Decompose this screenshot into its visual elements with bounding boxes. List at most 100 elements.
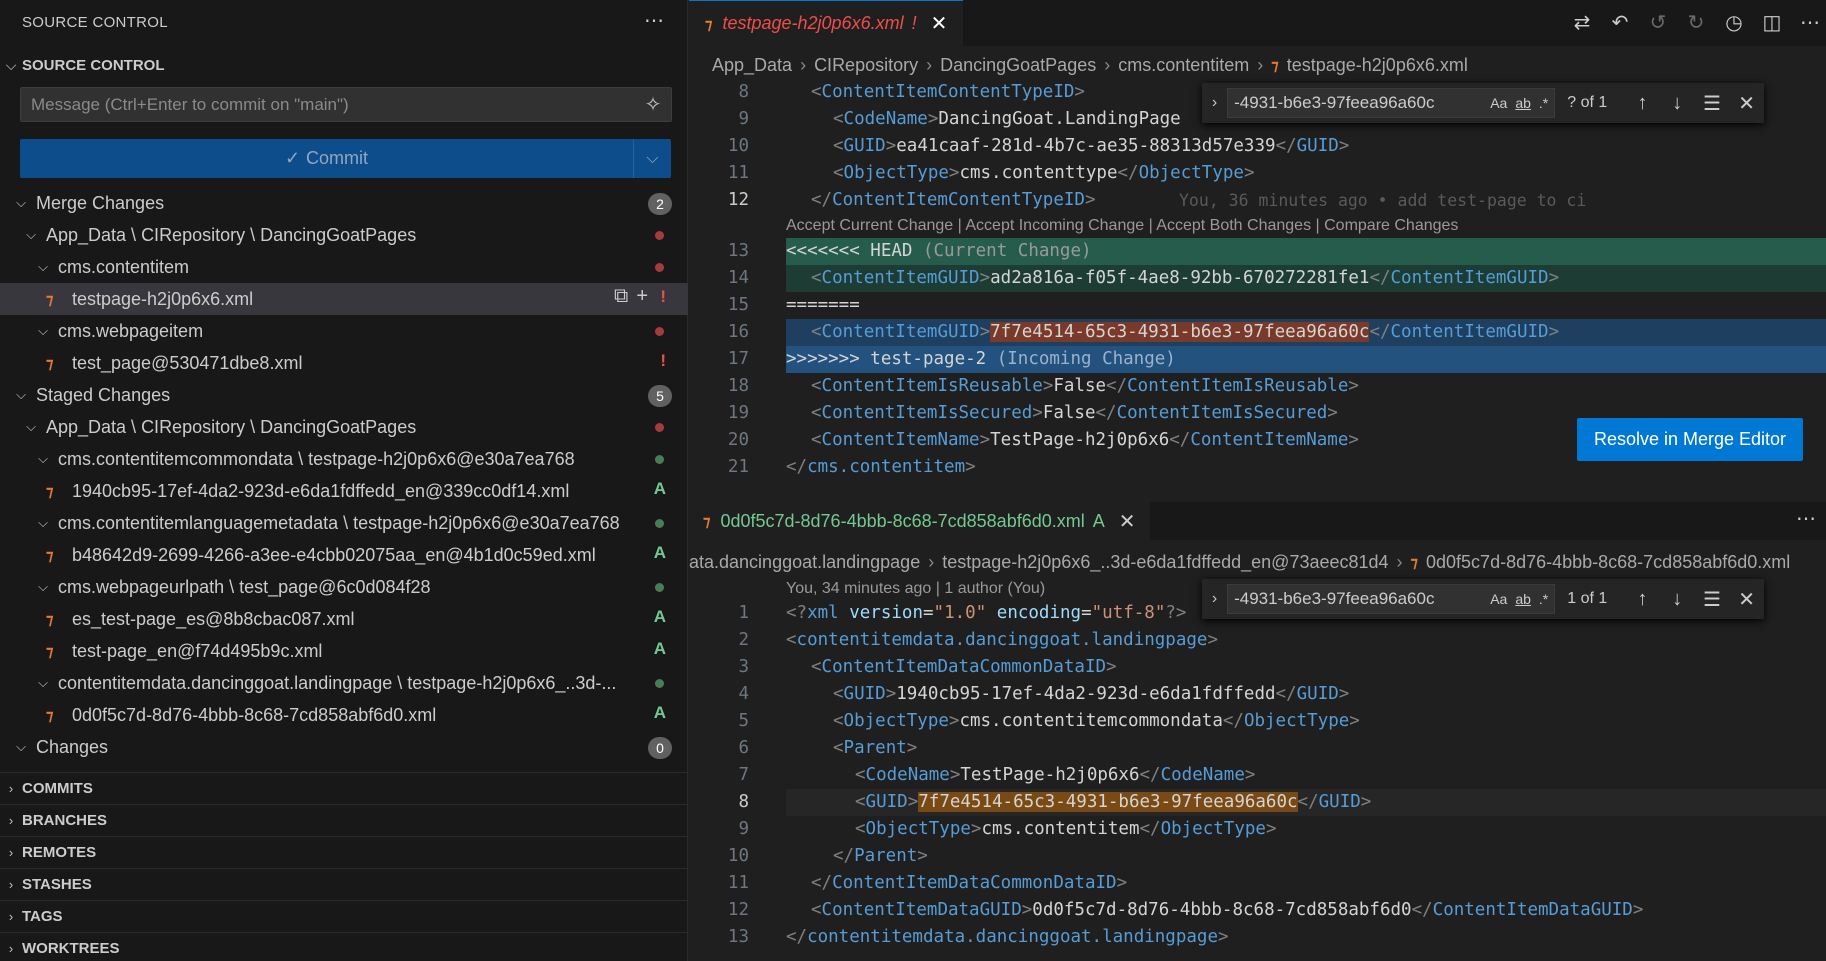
timeline-icon[interactable]: ◷ bbox=[1722, 10, 1746, 35]
regex-icon[interactable]: .* bbox=[1539, 591, 1548, 607]
tab-label: testpage-h2j0p6x6.xml bbox=[722, 13, 904, 33]
group-merge-changes[interactable]: ⌵ Merge Changes 2 bbox=[0, 187, 688, 219]
tab-conflict-file[interactable]: ⁊ testpage-h2j0p6x6.xml ! ✕ bbox=[689, 0, 964, 46]
breadcrumb-item[interactable]: CIRepository bbox=[814, 55, 918, 76]
section-tags[interactable]: › TAGS bbox=[0, 900, 688, 932]
close-icon[interactable]: ✕ bbox=[1729, 91, 1764, 116]
selection-icon[interactable]: ☰ bbox=[1695, 587, 1730, 612]
breadcrumb-item[interactable]: testpage-h2j0p6x6.xml bbox=[1287, 55, 1468, 76]
conflict-dot bbox=[655, 423, 664, 432]
breadcrumb-item[interactable]: DancingGoatPages bbox=[940, 55, 1096, 76]
selection-icon[interactable]: ☰ bbox=[1695, 91, 1730, 116]
added-dot bbox=[655, 583, 664, 592]
close-icon[interactable]: ✕ bbox=[1729, 587, 1764, 612]
arrow-down-icon[interactable]: ↓ bbox=[1660, 588, 1695, 611]
sidebar-title: SOURCE CONTROL bbox=[22, 14, 168, 31]
next-change-icon[interactable]: ↻ bbox=[1684, 10, 1708, 35]
section-worktrees[interactable]: › WORKTREES bbox=[0, 932, 688, 961]
more-icon[interactable]: ⋯ bbox=[644, 8, 664, 33]
file-label: testpage-h2j0p6x6.xml bbox=[72, 288, 254, 309]
rss-file-icon: ⁊ bbox=[46, 355, 54, 372]
whole-word-icon[interactable]: ab bbox=[1515, 95, 1531, 111]
section-commits[interactable]: › COMMITS bbox=[0, 772, 688, 804]
chevron-down-icon: ⌵ bbox=[38, 675, 48, 690]
author-codelens[interactable]: You, 34 minutes ago | 1 author (You) bbox=[786, 580, 1045, 598]
file-row[interactable]: ⁊ 0d0f5c7d-8d76-4bbb-8c68-7cd858abf6d0.x… bbox=[0, 699, 688, 731]
breadcrumb-item[interactable]: 0d0f5c7d-8d76-4bbb-8c68-7cd858abf6d0.xml bbox=[1426, 552, 1790, 573]
group-changes[interactable]: ⌵ Changes 0 bbox=[0, 731, 688, 763]
source-control-section-header[interactable]: ⌵ SOURCE CONTROL bbox=[0, 50, 688, 80]
conflict-dot bbox=[655, 231, 664, 240]
commit-button[interactable]: ✓ Commit ⌵ bbox=[20, 139, 671, 178]
file-label: es_test-page_es@8b8cbac087.xml bbox=[72, 608, 355, 629]
file-row[interactable]: ⁊ b48642d9-2699-4266-a3ee-e4cbb02075aa_e… bbox=[0, 539, 688, 571]
breadcrumb-item[interactable]: cms.contentitem bbox=[1118, 55, 1249, 76]
tab-staged-file[interactable]: ⁊ 0d0f5c7d-8d76-4bbb-8c68-7cd858abf6d0.x… bbox=[689, 502, 1150, 540]
arrow-down-icon[interactable]: ↓ bbox=[1660, 92, 1695, 115]
breadcrumb-item[interactable]: testpage-h2j0p6x6_..3d-e6da1fdffedd_en@7… bbox=[942, 552, 1388, 573]
chevron-down-icon: ⌵ bbox=[38, 259, 48, 274]
breadcrumb-item[interactable]: App_Data bbox=[712, 55, 792, 76]
file-row[interactable]: ⁊ test-page_en@f74d495b9c.xml A bbox=[0, 635, 688, 667]
section-remotes[interactable]: › REMOTES bbox=[0, 836, 688, 868]
file-row[interactable]: ⁊ test_page@530471dbe8.xml ! bbox=[0, 347, 688, 379]
breadcrumb-item[interactable]: ata.dancinggoat.landingpage bbox=[689, 552, 920, 573]
find-input[interactable]: -4931-b6e3-97feea96a60c Aa ab .* bbox=[1227, 584, 1556, 614]
find-widget-top: › -4931-b6e3-97feea96a60c Aa ab .* ? of … bbox=[1202, 83, 1764, 123]
folder-row[interactable]: ⌵ App_Data \ CIRepository \ DancingGoatP… bbox=[0, 411, 688, 443]
folder-label: cms.webpageitem bbox=[58, 320, 204, 341]
added-dot bbox=[655, 455, 664, 464]
folder-row[interactable]: ⌵ contentitemdata.dancinggoat.landingpag… bbox=[0, 667, 688, 699]
file-row[interactable]: ⁊ 1940cb95-17ef-4da2-923d-e6da1fdffedd_e… bbox=[0, 475, 688, 507]
regex-icon[interactable]: .* bbox=[1539, 95, 1548, 111]
file-row-selected[interactable]: ⁊ testpage-h2j0p6x6.xml ⧉ + ! bbox=[0, 283, 688, 315]
folder-row[interactable]: ⌵ cms.contentitemlanguagemetadata \ test… bbox=[0, 507, 688, 539]
prev-change-icon[interactable]: ↺ bbox=[1646, 10, 1670, 35]
chevron-right-icon: › bbox=[8, 877, 14, 892]
folder-label: contentitemdata.dancinggoat.landingpage … bbox=[58, 672, 617, 693]
match-case-icon[interactable]: Aa bbox=[1490, 591, 1507, 607]
section-label: REMOTES bbox=[22, 844, 97, 861]
commit-message-input[interactable] bbox=[21, 94, 635, 115]
whole-word-icon[interactable]: ab bbox=[1515, 591, 1531, 607]
find-query: -4931-b6e3-97feea96a60c bbox=[1234, 589, 1435, 608]
rss-file-icon: ⁊ bbox=[1410, 554, 1419, 571]
folder-row[interactable]: ⌵ cms.contentitemcommondata \ testpage-h… bbox=[0, 443, 688, 475]
git-blame-annotation: You, 36 minutes ago • add test-page to c… bbox=[1179, 191, 1587, 210]
file-label: 0d0f5c7d-8d76-4bbb-8c68-7cd858abf6d0.xml bbox=[72, 704, 437, 725]
more-icon[interactable]: ⋯ bbox=[1796, 506, 1816, 531]
arrow-up-icon[interactable]: ↑ bbox=[1625, 92, 1660, 115]
folder-row[interactable]: ⌵ cms.contentitem bbox=[0, 251, 688, 283]
match-case-icon[interactable]: Aa bbox=[1490, 95, 1507, 111]
added-status: A bbox=[653, 479, 666, 498]
resolve-in-merge-editor-button[interactable]: Resolve in Merge Editor bbox=[1577, 418, 1803, 461]
arrow-up-icon[interactable]: ↑ bbox=[1625, 588, 1660, 611]
file-row[interactable]: ⁊ es_test-page_es@8b8cbac087.xml A bbox=[0, 603, 688, 635]
find-input[interactable]: -4931-b6e3-97feea96a60c Aa ab .* bbox=[1227, 88, 1556, 118]
added-dot bbox=[655, 519, 664, 528]
folder-row[interactable]: ⌵ App_Data \ CIRepository \ DancingGoatP… bbox=[0, 219, 688, 251]
chevron-right-icon[interactable]: › bbox=[1202, 590, 1227, 608]
code-editor-bottom[interactable]: 1 <?xml version="1.0" encoding="utf-8"?> … bbox=[689, 600, 1826, 961]
revert-icon[interactable]: ↶ bbox=[1608, 10, 1632, 35]
sparkle-icon[interactable]: ✧ bbox=[635, 92, 671, 117]
open-file-icon[interactable]: ⧉ bbox=[614, 285, 628, 308]
section-branches[interactable]: › BRANCHES bbox=[0, 804, 688, 836]
section-stashes[interactable]: › STASHES bbox=[0, 868, 688, 900]
split-editor-icon[interactable]: ◫ bbox=[1760, 10, 1784, 35]
more-icon[interactable]: ⋯ bbox=[1798, 10, 1822, 35]
plus-icon[interactable]: + bbox=[636, 285, 648, 308]
close-icon[interactable]: ✕ bbox=[931, 11, 948, 36]
group-staged-changes[interactable]: ⌵ Staged Changes 5 bbox=[0, 379, 688, 411]
close-icon[interactable]: ✕ bbox=[1119, 509, 1136, 534]
commit-dropdown-button[interactable]: ⌵ bbox=[633, 139, 671, 178]
rss-file-icon: ⁊ bbox=[703, 513, 711, 530]
folder-label: cms.contentitem bbox=[58, 256, 190, 277]
merge-codelens[interactable]: Accept Current Change | Accept Incoming … bbox=[786, 217, 1458, 235]
chevron-right-icon[interactable]: › bbox=[1202, 94, 1227, 112]
folder-row[interactable]: ⌵ cms.webpageurlpath \ test_page@6c0d084… bbox=[0, 571, 688, 603]
compare-icon[interactable]: ⇄ bbox=[1570, 10, 1594, 35]
folder-label: cms.contentitemcommondata \ testpage-h2j… bbox=[58, 448, 575, 469]
folder-row[interactable]: ⌵ cms.webpageitem bbox=[0, 315, 688, 347]
added-status: A bbox=[1092, 510, 1105, 531]
